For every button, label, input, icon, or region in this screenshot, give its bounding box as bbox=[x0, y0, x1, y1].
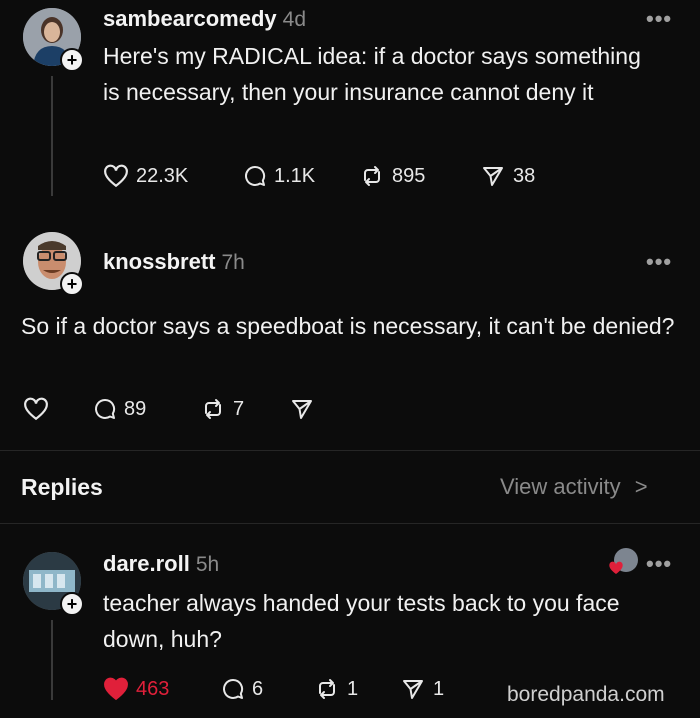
send-icon bbox=[483, 167, 503, 186]
thread-line bbox=[51, 76, 53, 196]
comment-icon bbox=[95, 398, 116, 419]
heart-icon bbox=[104, 677, 128, 701]
repost-count: 7 bbox=[233, 397, 245, 420]
comment-button[interactable]: 6 bbox=[221, 677, 263, 701]
comment-button[interactable]: 89 bbox=[93, 397, 146, 421]
heart-icon bbox=[104, 164, 128, 188]
timestamp: 4d bbox=[282, 8, 307, 31]
share-button[interactable] bbox=[289, 397, 322, 421]
view-activity-link[interactable]: View activity > bbox=[500, 474, 648, 500]
repost-button[interactable]: 1 bbox=[314, 677, 358, 701]
like-button[interactable]: 22.3K bbox=[103, 164, 188, 188]
view-activity-label: View activity bbox=[500, 474, 621, 499]
reply-text: So if a doctor says a speedboat is neces… bbox=[21, 313, 675, 339]
share-count: 1 bbox=[433, 677, 445, 700]
replies-title: Replies bbox=[21, 474, 103, 500]
username[interactable]: sambearcomedy bbox=[103, 6, 277, 31]
like-button[interactable] bbox=[23, 397, 56, 421]
repost-icon bbox=[205, 399, 221, 419]
author-liked-avatar bbox=[608, 548, 638, 578]
comment-icon bbox=[245, 165, 266, 186]
chevron-right-icon: > bbox=[634, 474, 648, 499]
follow-plus-icon[interactable]: + bbox=[60, 48, 84, 72]
comment-count: 89 bbox=[124, 397, 147, 420]
timestamp: 7h bbox=[221, 251, 245, 274]
repost-count: 895 bbox=[392, 164, 426, 187]
comment-icon bbox=[223, 678, 244, 699]
comment-count: 6 bbox=[252, 677, 264, 700]
reply-header: knossbrett 7h bbox=[103, 249, 245, 275]
more-options-icon[interactable]: ••• bbox=[646, 249, 672, 275]
comment-button[interactable]: 1.1K bbox=[243, 164, 315, 188]
timestamp: 5h bbox=[195, 553, 220, 576]
heart-icon bbox=[24, 397, 48, 421]
divider bbox=[0, 450, 700, 451]
watermark: boredpanda.com bbox=[507, 683, 665, 706]
username[interactable]: dare.roll bbox=[103, 551, 190, 576]
follow-plus-icon[interactable]: + bbox=[60, 272, 84, 296]
repost-button[interactable]: 7 bbox=[200, 397, 244, 421]
comment-count: 1.1K bbox=[274, 164, 316, 187]
thread-line bbox=[51, 620, 53, 700]
send-icon bbox=[292, 400, 312, 419]
repost-icon bbox=[319, 679, 335, 699]
post-text: Here's my RADICAL idea: if a doctor says… bbox=[103, 43, 641, 105]
more-options-icon[interactable]: ••• bbox=[646, 551, 672, 577]
username[interactable]: knossbrett bbox=[103, 249, 215, 274]
share-count: 38 bbox=[513, 164, 536, 187]
reply-text: teacher always handed your tests back to… bbox=[103, 590, 620, 652]
like-count: 22.3K bbox=[136, 164, 189, 187]
repost-icon bbox=[364, 166, 380, 186]
reply-header: dare.roll 5h bbox=[103, 551, 219, 577]
send-icon bbox=[403, 680, 423, 699]
heart-icon bbox=[609, 561, 623, 574]
more-options-icon[interactable]: ••• bbox=[646, 6, 672, 32]
repost-button[interactable]: 895 bbox=[359, 164, 425, 188]
follow-plus-icon[interactable]: + bbox=[60, 592, 84, 616]
post-header: sambearcomedy 4d bbox=[103, 6, 306, 32]
share-button[interactable]: 38 bbox=[480, 164, 535, 188]
like-button[interactable]: 463 bbox=[103, 677, 169, 701]
like-count: 463 bbox=[136, 677, 170, 700]
divider bbox=[0, 523, 700, 524]
share-button[interactable]: 1 bbox=[400, 677, 444, 701]
repost-count: 1 bbox=[347, 677, 359, 700]
